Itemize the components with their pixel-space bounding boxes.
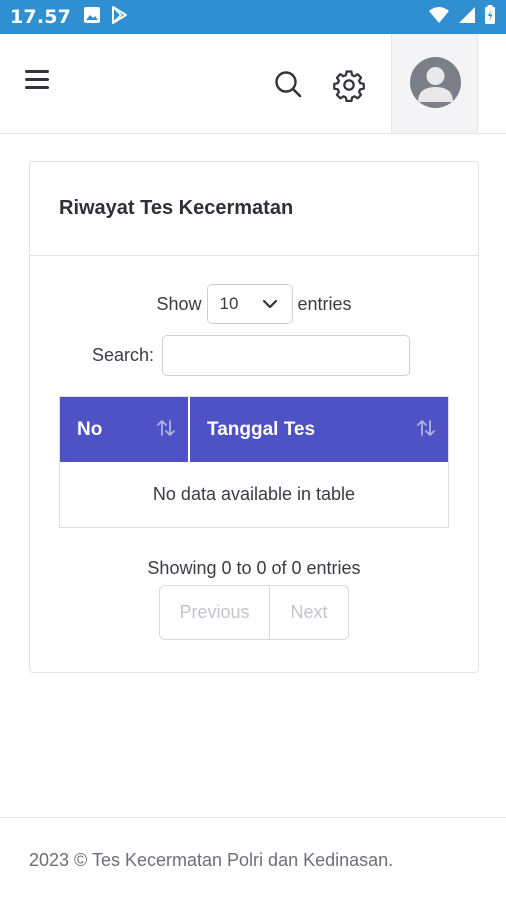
sort-icon bbox=[416, 419, 436, 443]
column-header-label: Tanggal Tes bbox=[207, 418, 316, 440]
sort-icon bbox=[156, 419, 176, 443]
search-input[interactable] bbox=[162, 335, 411, 376]
menu-icon[interactable] bbox=[25, 70, 49, 92]
empty-message: No data available in table bbox=[152, 484, 356, 504]
table-header: No Tanggal Tes bbox=[60, 397, 448, 462]
user-menu[interactable] bbox=[391, 34, 478, 133]
entries-select-value: 10 bbox=[219, 294, 239, 313]
user-avatar-icon[interactable] bbox=[410, 57, 461, 108]
column-header-no[interactable]: No bbox=[60, 397, 190, 462]
history-table: No Tanggal Tes No data available in tabl… bbox=[59, 396, 449, 528]
previous-button[interactable]: Previous bbox=[160, 586, 270, 639]
search-icon[interactable] bbox=[272, 68, 304, 100]
status-bar: 17.57 bbox=[0, 0, 506, 34]
entries-select[interactable]: 10 bbox=[206, 284, 293, 324]
entries-length-control: Show 10 entries bbox=[30, 284, 478, 324]
pagination: Previous Next bbox=[159, 585, 349, 640]
table-search: Search: bbox=[92, 335, 411, 376]
next-button[interactable]: Next bbox=[270, 586, 348, 639]
search-label: Search: bbox=[92, 345, 155, 365]
wifi-icon bbox=[428, 6, 450, 29]
signal-icon bbox=[458, 6, 476, 29]
entries-label: entries bbox=[297, 293, 352, 314]
card-title: Riwayat Tes Kecermatan bbox=[59, 197, 294, 219]
footer-text: 2023 © Tes Kecermatan Polri dan Kedinasa… bbox=[29, 850, 394, 870]
table-empty-row: No data available in table bbox=[60, 462, 448, 527]
column-header-tanggal-tes[interactable]: Tanggal Tes bbox=[190, 397, 448, 462]
show-label: Show bbox=[156, 293, 202, 314]
table-info: Showing 0 to 0 of 0 entries bbox=[147, 558, 361, 578]
footer: 2023 © Tes Kecermatan Polri dan Kedinasa… bbox=[0, 817, 506, 900]
history-card: Riwayat Tes Kecermatan Show 10 entries S… bbox=[29, 161, 479, 673]
play-store-icon bbox=[109, 5, 129, 30]
battery-icon bbox=[484, 4, 496, 30]
image-icon bbox=[83, 6, 101, 29]
status-time: 17.57 bbox=[10, 6, 72, 28]
top-navbar bbox=[0, 34, 506, 134]
column-header-label: No bbox=[77, 418, 103, 440]
chevron-down-icon bbox=[262, 294, 278, 314]
gear-icon[interactable] bbox=[332, 68, 366, 103]
card-header: Riwayat Tes Kecermatan bbox=[30, 162, 478, 256]
